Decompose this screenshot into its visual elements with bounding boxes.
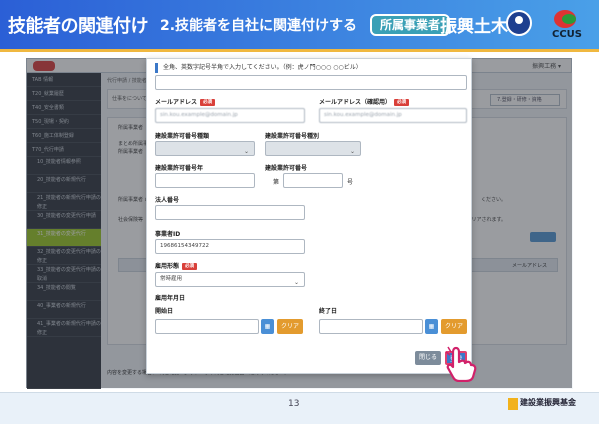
start-date-clear-button[interactable]: クリア xyxy=(277,319,303,334)
chevron-down-icon: ⌄ xyxy=(293,279,299,286)
employment-date-label: 雇用年月日 xyxy=(155,295,186,302)
ccus-logo-text: CCUS xyxy=(552,29,582,40)
email-label: メールアドレス 必須 xyxy=(155,97,216,106)
employment-type-label: 雇用形態 必須 xyxy=(155,261,198,270)
chevron-down-icon: ⌄ xyxy=(349,148,355,155)
start-date-label: 開始日 xyxy=(155,308,174,315)
input-note: 全角、英数字記号半角で入力してください。（例：虎ノ門○○○ ○○ビル） xyxy=(155,63,362,73)
email-confirm-label: メールアドレス（確認用） 必須 xyxy=(319,97,410,106)
employment-modal: 全角、英数字記号半角で入力してください。（例：虎ノ門○○○ ○○ビル） メールア… xyxy=(146,58,472,374)
slide: 技能者の関連付け 2.技能者を自社に関連付けする 所属事業者 振興土木 CCUS… xyxy=(0,0,599,424)
end-date-label: 終了日 xyxy=(319,308,338,315)
company-avatar-icon xyxy=(506,10,532,36)
corporate-number-label: 法人番号 xyxy=(155,197,180,204)
employment-type-select[interactable]: 常時雇用 ⌄ xyxy=(155,272,305,287)
page-number: 13 xyxy=(288,399,300,409)
start-date-calendar-icon[interactable]: ▦ xyxy=(261,319,274,334)
business-id-label: 事業者ID xyxy=(155,231,181,238)
email-field[interactable]: sin.kou.example@domain.jp xyxy=(155,108,305,123)
license-kind-select[interactable]: ⌄ xyxy=(265,141,361,156)
ccus-logo-icon: CCUS xyxy=(548,10,590,42)
license-kind-label: 建設業許可番号種別 xyxy=(265,133,320,140)
license-number-field[interactable] xyxy=(283,173,343,188)
email-confirm-field[interactable]: sin.kou.example@domain.jp xyxy=(319,108,467,123)
end-date-field[interactable] xyxy=(319,319,423,334)
foundation-name: 建設業振興基金 xyxy=(520,398,576,407)
address-field[interactable] xyxy=(155,75,467,90)
slide-banner: 技能者の関連付け 2.技能者を自社に関連付けする 所属事業者 振興土木 CCUS xyxy=(0,0,599,52)
license-type-select[interactable]: ⌄ xyxy=(155,141,255,156)
corporate-number-field[interactable] xyxy=(155,205,305,220)
license-year-label: 建設業許可番号年 xyxy=(155,165,204,172)
required-badge: 必須 xyxy=(182,263,198,270)
go-text: 号 xyxy=(347,179,354,186)
business-id-field[interactable]: 19686154349722 xyxy=(155,239,305,254)
license-year-field[interactable] xyxy=(155,173,255,188)
role-tag: 所属事業者 xyxy=(370,14,451,36)
banner-title: 技能者の関連付け xyxy=(8,16,149,37)
chevron-down-icon: ⌄ xyxy=(243,148,249,155)
slide-footer: 13 建設業振興基金 xyxy=(0,392,599,424)
banner-subtitle: 2.技能者を自社に関連付けする xyxy=(160,18,358,34)
license-type-label: 建設業許可番号種類 xyxy=(155,133,210,140)
pointer-hand-icon xyxy=(445,346,477,382)
foundation-logo-icon xyxy=(508,398,518,410)
close-button[interactable]: 閉じる xyxy=(415,351,441,365)
license-number-label: 建設業許可番号 xyxy=(265,165,308,172)
required-badge: 必須 xyxy=(394,99,410,106)
end-date-clear-button[interactable]: クリア xyxy=(441,319,467,334)
start-date-field[interactable] xyxy=(155,319,259,334)
required-badge: 必須 xyxy=(200,99,216,106)
end-date-calendar-icon[interactable]: ▦ xyxy=(425,319,438,334)
dai-text: 第 xyxy=(273,179,280,186)
company-name: 振興土木 xyxy=(440,17,508,37)
